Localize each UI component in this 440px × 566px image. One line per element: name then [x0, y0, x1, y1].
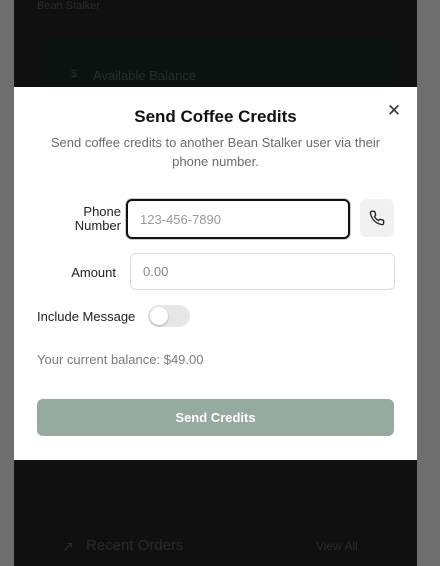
- outer-frame-left: [0, 0, 14, 566]
- include-message-toggle[interactable]: [148, 305, 190, 327]
- phone-icon: [369, 210, 385, 226]
- amount-input[interactable]: [130, 253, 395, 290]
- send-credits-dialog: ✕ Send Coffee Credits Send coffee credit…: [14, 87, 417, 460]
- toggle-knob: [150, 307, 168, 325]
- view-all-link[interactable]: View All: [316, 539, 358, 553]
- current-balance-text: Your current balance: $49.00: [37, 352, 204, 367]
- balance-card-label: Available Balance: [93, 68, 197, 83]
- outer-frame-right: [417, 0, 440, 566]
- dialog-description: Send coffee credits to another Bean Stal…: [50, 135, 381, 169]
- send-credits-button[interactable]: Send Credits: [37, 399, 394, 436]
- app-header-text: Bean Stalker: [37, 0, 100, 12]
- amount-label: Amount: [71, 265, 116, 280]
- dialog-title: Send Coffee Credits: [134, 107, 297, 126]
- recent-orders-title: Recent Orders: [86, 537, 184, 554]
- wallet-icon: $: [71, 68, 78, 80]
- phone-number-input[interactable]: [126, 199, 350, 239]
- trend-icon: ↗: [62, 538, 74, 554]
- phone-lookup-button[interactable]: [360, 199, 394, 237]
- balance-card: $ Available Balance: [37, 38, 395, 90]
- phone-number-label: Phone Number: [74, 204, 121, 233]
- include-message-label: Include Message: [37, 309, 136, 324]
